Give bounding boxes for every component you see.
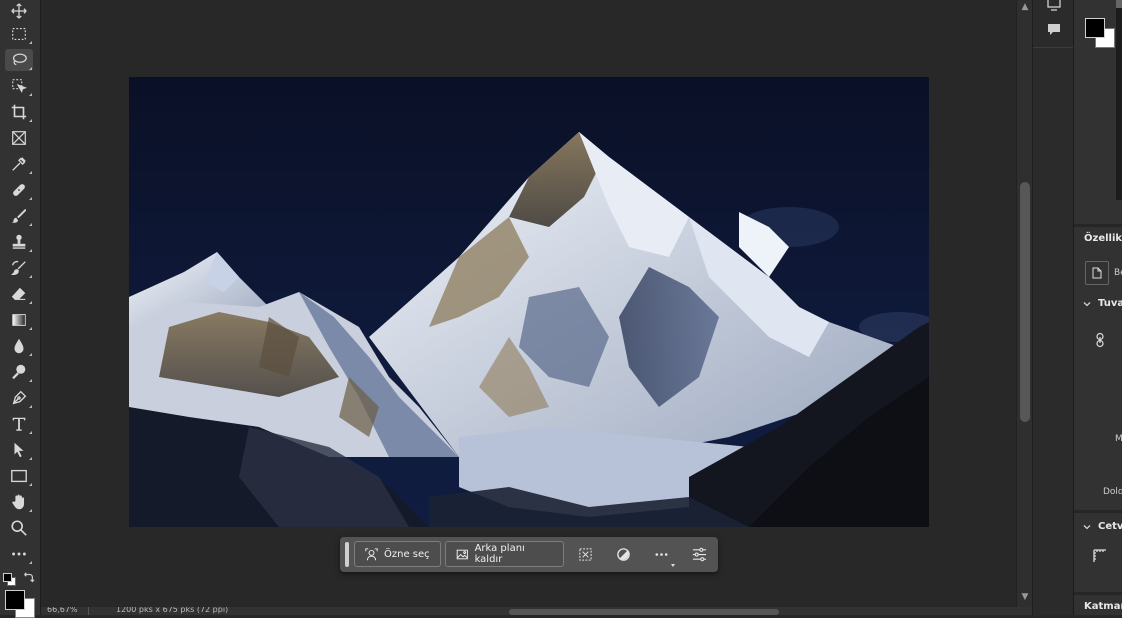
path-selection-tool[interactable] <box>5 439 33 461</box>
panel-foreground-color[interactable] <box>1085 18 1105 38</box>
type-tool[interactable] <box>5 413 33 435</box>
dodge-tool[interactable] <box>5 361 33 383</box>
gradient-tool-icon <box>12 314 26 326</box>
zoom-tool-icon <box>11 520 27 536</box>
contextual-task-bar: Özne seç Arka planı kaldır <box>340 537 718 572</box>
ruler-icon[interactable] <box>1092 548 1108 564</box>
zoom-tool[interactable] <box>5 517 33 539</box>
healing-brush-icon <box>13 184 25 196</box>
gradient-tool[interactable] <box>5 309 33 331</box>
chevron-down-icon[interactable] <box>1082 522 1092 532</box>
eyedropper-icon <box>12 157 26 171</box>
history-brush-tool[interactable] <box>5 257 33 279</box>
type-tool-icon <box>12 417 26 431</box>
more-options-button[interactable] <box>653 546 669 562</box>
canvas-area[interactable]: Özne seç Arka planı kaldır <box>41 0 1016 607</box>
mountain-photo <box>129 77 929 527</box>
frame-tool[interactable] <box>5 127 33 149</box>
pen-tool[interactable] <box>5 387 33 409</box>
select-subject-button[interactable]: Özne seç <box>354 541 441 567</box>
remove-background-button[interactable]: Arka planı kaldır <box>445 541 564 567</box>
lasso-tool[interactable] <box>5 49 33 71</box>
m-field-label: M <box>1115 434 1122 444</box>
document-type-icon <box>1085 261 1109 285</box>
task-bar-settings-button[interactable] <box>691 546 707 562</box>
more-horizontal-icon <box>655 552 667 556</box>
person-select-icon <box>365 547 378 560</box>
layer-type-label: Be <box>1114 268 1122 278</box>
layers-panel-title[interactable]: Katmanl <box>1084 601 1122 612</box>
healing-brush-tool[interactable] <box>5 179 33 201</box>
swap-colors-icon[interactable] <box>21 571 35 585</box>
scroll-up-icon[interactable]: ▲ <box>1021 3 1029 12</box>
image-icon <box>456 549 468 559</box>
frame-tool-icon <box>12 131 26 145</box>
properties-panel-title[interactable]: Özellikle <box>1084 233 1122 244</box>
half-circle-icon <box>616 547 630 561</box>
vertical-scroll-thumb[interactable] <box>1020 182 1030 422</box>
history-brush-icon <box>11 260 26 275</box>
object-selection-tool[interactable] <box>5 75 33 97</box>
pen-tool-icon <box>12 390 27 405</box>
comments-panel-icon[interactable] <box>1045 21 1063 39</box>
clone-stamp-tool[interactable] <box>5 231 33 253</box>
chevron-down-icon[interactable] <box>1082 299 1092 309</box>
fill-field-label: Dold <box>1103 487 1122 497</box>
collapsed-panels-strip <box>1032 0 1073 615</box>
eraser-icon <box>11 287 26 300</box>
foreground-color[interactable] <box>5 590 25 610</box>
document-image[interactable] <box>129 77 929 527</box>
object-selection-icon <box>12 79 28 93</box>
blur-tool[interactable] <box>5 335 33 357</box>
document-info: 1200 pks x 675 pks (72 ppi) <box>116 607 229 614</box>
blur-tool-icon <box>14 338 24 354</box>
rectangle-tool[interactable] <box>5 465 33 487</box>
status-bar: 66,67% 1200 pks x 675 pks (72 ppi) <box>41 607 1032 615</box>
sliders-icon <box>692 547 706 561</box>
tools-panel <box>0 0 41 618</box>
hand-tool-icon <box>12 494 25 510</box>
right-panel-dock: Özellikle Be Tuva M Dold Cetv Katmanl <box>1073 0 1122 615</box>
transform-selection-button[interactable] <box>577 546 593 562</box>
scroll-down-icon[interactable]: ▼ <box>1021 593 1029 602</box>
more-tools[interactable] <box>5 543 33 565</box>
move-tool[interactable] <box>5 0 33 22</box>
select-subject-label: Özne seç <box>384 548 430 560</box>
document-icon <box>1092 267 1102 279</box>
rulers-section-title[interactable]: Cetv <box>1098 521 1122 532</box>
clone-stamp-icon <box>12 234 26 249</box>
horizontal-scroll-thumb[interactable] <box>509 609 779 615</box>
more-tools-icon <box>12 552 26 556</box>
eraser-tool[interactable] <box>5 283 33 305</box>
rectangular-marquee-icon <box>12 28 26 40</box>
dodge-tool-icon <box>12 364 26 380</box>
path-selection-icon <box>14 442 24 458</box>
brush-tool-icon <box>11 208 27 223</box>
link-icon[interactable] <box>1094 332 1106 348</box>
remove-background-label: Arka planı kaldır <box>474 543 525 565</box>
zoom-level[interactable]: 66,67% <box>47 607 78 615</box>
rectangle-tool-icon <box>11 469 27 483</box>
more-options-caret <box>671 564 675 567</box>
lasso-tool-icon <box>12 53 27 66</box>
adjustment-button[interactable] <box>615 546 631 562</box>
transform-selection-icon <box>578 547 592 561</box>
rectangular-marquee-tool[interactable] <box>5 23 33 45</box>
task-bar-grip[interactable] <box>345 542 349 567</box>
color-panel <box>1074 0 1122 224</box>
eyedropper-tool[interactable] <box>5 153 33 175</box>
history-panel-icon[interactable] <box>1045 0 1063 14</box>
canvas-section-title[interactable]: Tuva <box>1098 298 1122 309</box>
crop-tool[interactable] <box>5 101 33 123</box>
crop-tool-icon <box>11 104 27 120</box>
vertical-scrollbar[interactable]: ▲ ▼ <box>1016 0 1033 607</box>
brush-tool[interactable] <box>5 205 33 227</box>
move-tool-icon <box>11 3 27 19</box>
hand-tool[interactable] <box>5 491 33 513</box>
default-colors-button[interactable] <box>3 573 16 586</box>
color-swatches[interactable] <box>3 590 35 618</box>
